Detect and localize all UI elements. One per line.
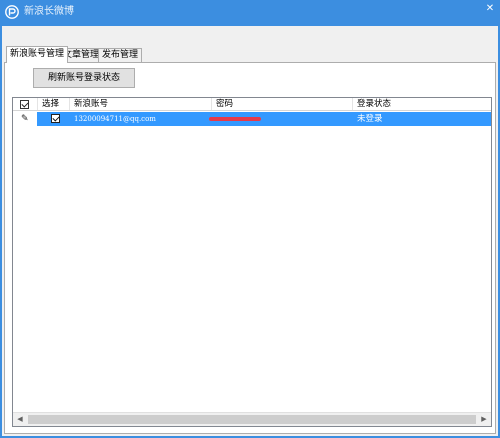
login-status-cell[interactable]: 未登录 [353,112,383,126]
pencil-icon: ✎ [21,114,29,124]
scroll-left-arrow-icon[interactable]: ◀ [13,413,27,426]
tab-sina-accounts[interactable]: 新浪账号管理 [6,46,69,63]
accounts-grid[interactable]: 选择 新浪账号 密码 登录状态 ✎ 13200094711@qq.com 未登录 [12,97,492,427]
row-select-checkbox[interactable] [51,114,60,123]
select-all-cell[interactable] [13,98,38,110]
password-redaction [209,117,261,121]
app-window: 新浪长微博 ✕ 新浪账号管理 文章管理 发布管理 刷新账号登录状态 选择 新浪账… [0,0,500,438]
app-logo-icon [5,5,19,19]
column-header-account[interactable]: 新浪账号 [70,98,212,110]
column-header-select[interactable]: 选择 [38,98,70,110]
scroll-right-arrow-icon[interactable]: ▶ [477,413,491,426]
accounts-panel: 刷新账号登录状态 选择 新浪账号 密码 登录状态 ✎ 13200094711@q… [4,62,496,434]
window-title: 新浪长微博 [24,6,74,17]
title-bar[interactable]: 新浪长微博 ✕ [0,0,500,26]
refresh-login-status-button[interactable]: 刷新账号登录状态 [33,68,135,88]
tab-publish[interactable]: 发布管理 [98,48,143,62]
row-header[interactable]: ✎ [13,112,37,126]
close-icon[interactable]: ✕ [484,3,496,15]
grid-header: 选择 新浪账号 密码 登录状态 [13,98,491,111]
scroll-thumb[interactable] [28,415,476,424]
client-area: 新浪账号管理 文章管理 发布管理 刷新账号登录状态 选择 新浪账号 密码 登录状… [2,26,498,436]
horizontal-scrollbar[interactable]: ◀ ▶ [13,412,491,426]
column-header-password[interactable]: 密码 [212,98,353,110]
table-row[interactable]: ✎ 13200094711@qq.com 未登录 [13,112,491,126]
select-all-checkbox[interactable] [20,100,29,109]
account-cell[interactable]: 13200094711@qq.com [70,112,156,126]
column-header-login-status[interactable]: 登录状态 [353,98,491,110]
